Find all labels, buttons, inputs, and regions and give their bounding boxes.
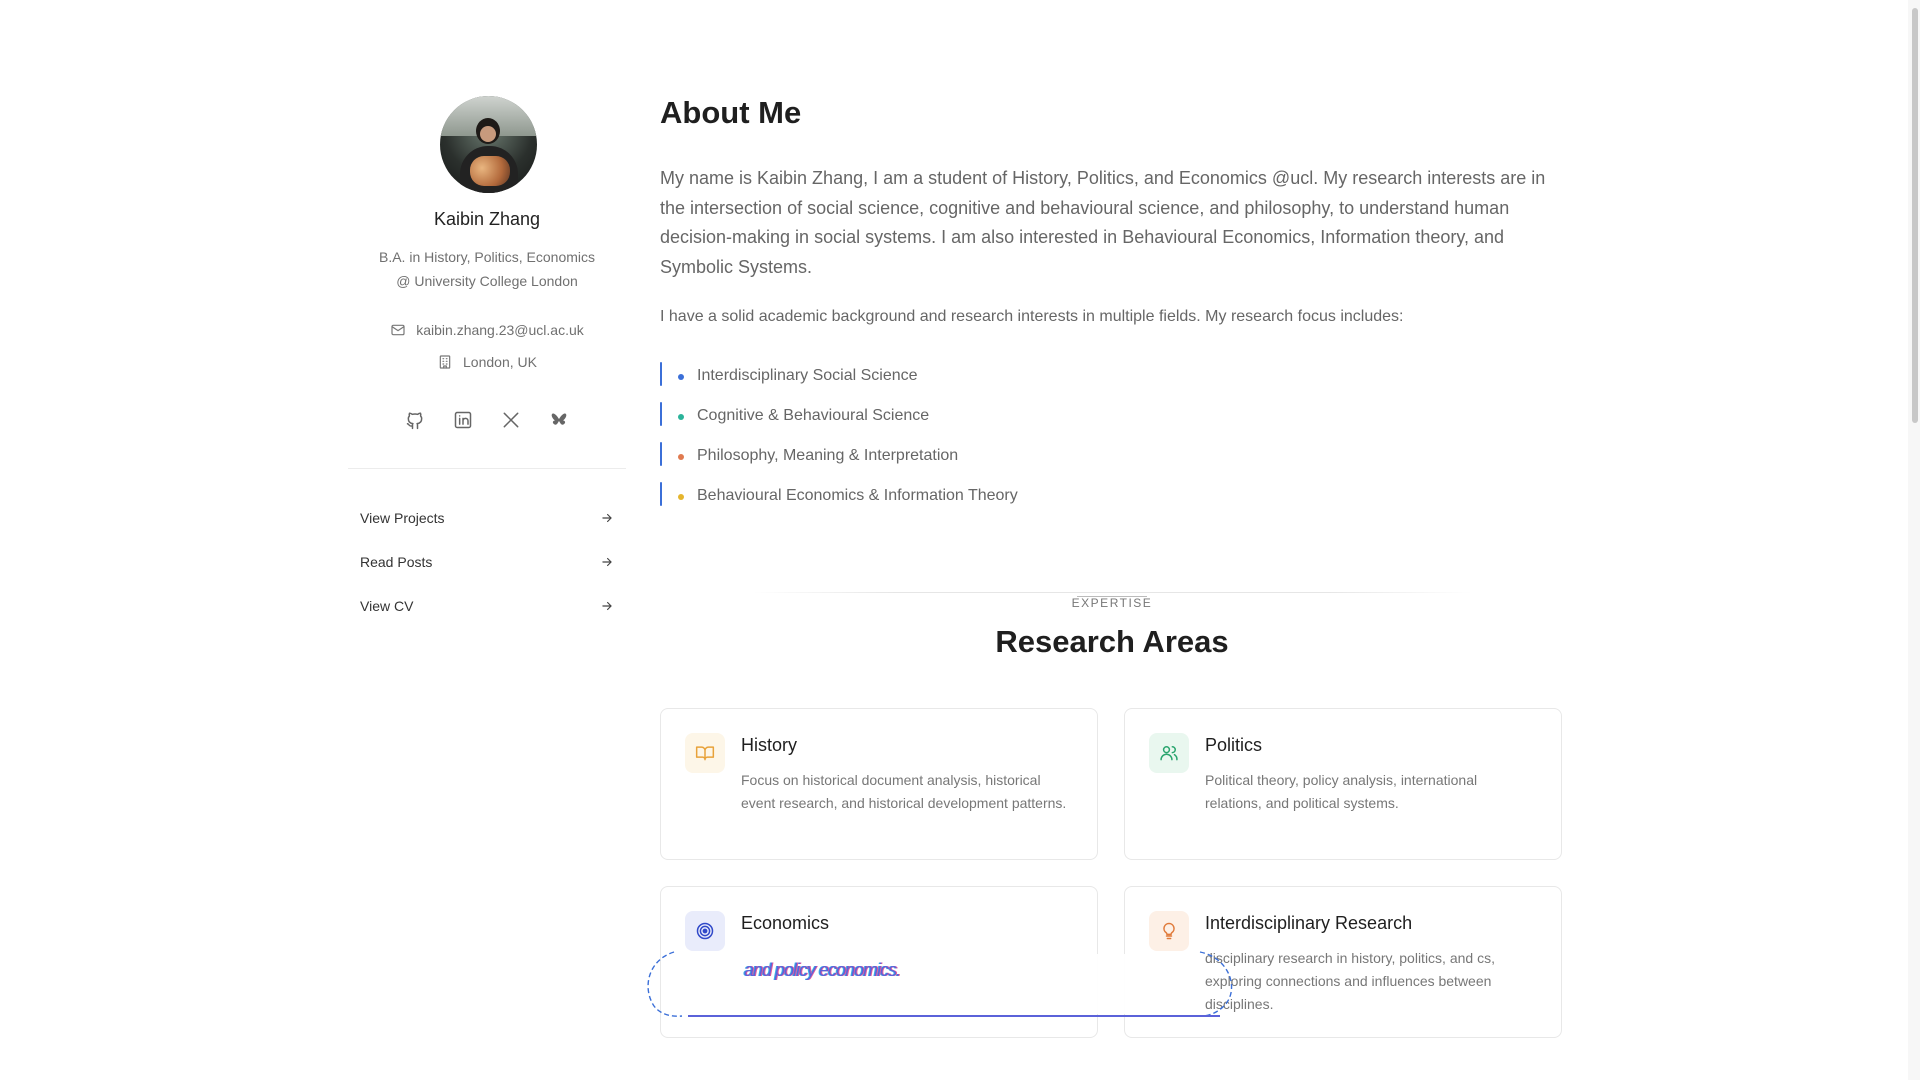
scrollbar-thumb[interactable] — [1912, 8, 1918, 423]
research-areas-title: Research Areas — [995, 624, 1229, 659]
location-row: London, UK — [348, 354, 626, 370]
about-intro: My name is Kaibin Zhang, I am a student … — [660, 168, 1546, 277]
interest-accent-bar — [660, 402, 662, 426]
target-icon — [696, 922, 714, 940]
interest-accent-bar — [660, 442, 662, 466]
focus-intro: I have a solid academic background and r… — [660, 308, 1404, 325]
card-title: Politics — [1205, 735, 1263, 755]
interest-accent-bar — [660, 482, 662, 506]
nav-label: View Projects — [360, 510, 445, 526]
nav-read-posts[interactable]: Read Posts — [348, 540, 626, 584]
arrow-right-icon — [602, 513, 612, 523]
bullet-dot — [678, 414, 684, 420]
interest-label: Interdisciplinary Social Science — [697, 367, 918, 384]
nav-view-projects[interactable]: View Projects — [348, 496, 626, 540]
mail-icon — [391, 324, 405, 336]
bullet-dot — [678, 494, 684, 500]
card-description: disciplinary research in history, politi… — [1205, 950, 1495, 1012]
section-eyebrow: EXPERTISE — [1071, 596, 1153, 610]
nav-label: Read Posts — [360, 554, 433, 570]
card-icon-box — [685, 733, 725, 773]
card-title: Interdisciplinary Research — [1205, 913, 1413, 933]
section-divider — [752, 592, 1472, 593]
x-icon[interactable] — [501, 410, 521, 430]
profile-degree: B.A. in History, Politics, Economics @ U… — [348, 245, 626, 293]
sidebar-nav: View Projects Read Posts View CV — [348, 496, 626, 628]
sidebar-divider — [348, 468, 626, 469]
interest-item: Cognitive & Behavioural Science — [660, 396, 1260, 436]
institution-line: @ University College London — [396, 273, 578, 289]
interest-label: Behavioural Economics & Information Theo… — [697, 487, 1018, 504]
interest-list: Interdisciplinary Social Science Cogniti… — [660, 356, 1260, 516]
card-description: Political theory, policy analysis, inter… — [1205, 772, 1478, 811]
card-icon-box — [685, 911, 725, 951]
card-description: and policy economics. — [744, 960, 901, 980]
lightbulb-icon — [1163, 922, 1175, 940]
research-card-history[interactable]: History Focus on historical document ana… — [660, 708, 1098, 860]
card-icon-box — [1149, 911, 1189, 951]
interest-item: Interdisciplinary Social Science — [660, 356, 1260, 396]
bullet-dot — [678, 374, 684, 380]
users-icon — [1160, 746, 1178, 761]
interest-item: Philosophy, Meaning & Interpretation — [660, 436, 1260, 476]
card-title: History — [741, 735, 798, 755]
nav-label: View CV — [360, 598, 414, 614]
degree-line: B.A. in History, Politics, Economics — [378, 249, 596, 265]
email-row[interactable]: kaibin.zhang.23@ucl.ac.uk — [348, 322, 626, 338]
book-icon — [695, 746, 715, 761]
interest-accent-bar — [660, 362, 662, 386]
nav-view-cv[interactable]: View CV — [348, 584, 626, 628]
arrow-right-icon — [602, 601, 612, 611]
email-text[interactable]: kaibin.zhang.23@ucl.ac.uk — [416, 322, 584, 338]
github-icon[interactable] — [405, 410, 425, 430]
avatar — [440, 96, 537, 193]
interest-item: Behavioural Economics & Information Theo… — [660, 476, 1260, 516]
building-icon — [439, 355, 451, 369]
card-description: Focus on historical document analysis, h… — [741, 772, 1067, 811]
card-title: Economics — [741, 913, 830, 933]
location-text: London, UK — [463, 354, 537, 370]
interest-label: Cognitive & Behavioural Science — [697, 407, 930, 424]
card-icon-box — [1149, 733, 1189, 773]
arrow-right-icon — [602, 557, 612, 567]
profile-name: Kaibin Zhang — [433, 209, 541, 229]
linkedin-icon[interactable] — [453, 410, 473, 430]
about-title: About Me — [660, 95, 802, 130]
bullet-dot — [678, 454, 684, 460]
bluesky-icon[interactable] — [549, 410, 569, 430]
interest-label: Philosophy, Meaning & Interpretation — [697, 447, 959, 464]
social-links — [348, 410, 626, 430]
research-card-interdisciplinary[interactable]: Interdisciplinary Research disciplinary … — [1124, 886, 1562, 1038]
research-card-politics[interactable]: Politics Political theory, policy analys… — [1124, 708, 1562, 860]
